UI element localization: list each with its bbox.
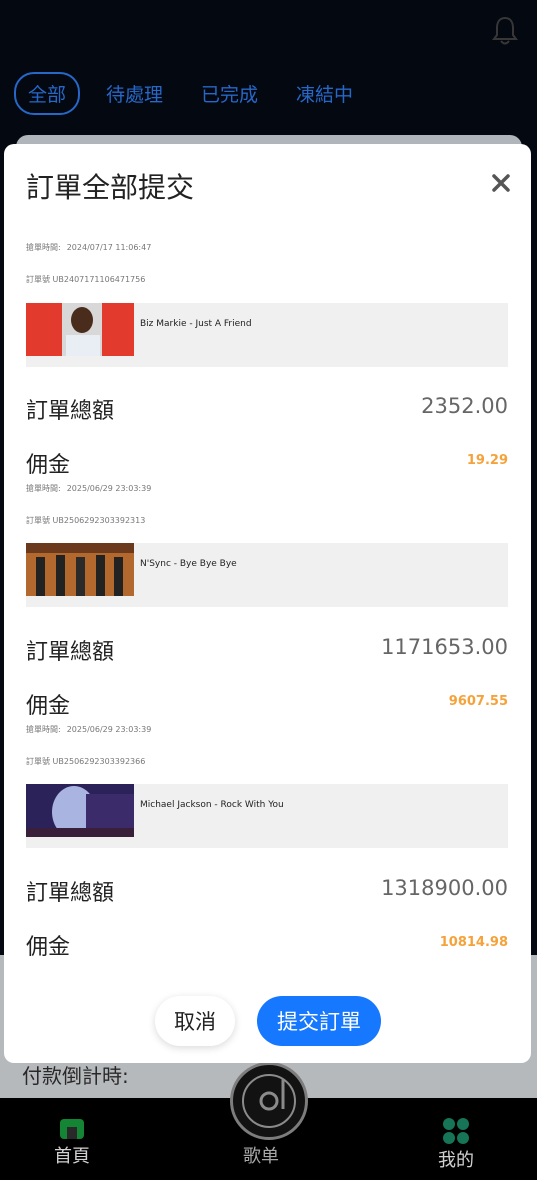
- order-total-label: 訂單總額: [26, 881, 115, 906]
- commission-label: 佣金: [26, 935, 71, 960]
- song-row[interactable]: Michael Jackson - Rock With You: [26, 784, 508, 848]
- commission-value: 10814.98: [439, 935, 508, 950]
- modal-title: 訂單全部提交: [26, 171, 195, 204]
- cancel-button[interactable]: 取消: [155, 996, 235, 1046]
- song-title: Biz Markie - Just A Friend: [140, 319, 252, 329]
- commission-value: 9607.55: [448, 694, 508, 709]
- order-number-label: 訂單號: [26, 516, 50, 525]
- order-total-value: 1318900.00: [381, 876, 508, 900]
- commission-value: 19.29: [466, 453, 508, 468]
- order-time-value: 2025/06/29 23:03:39: [66, 725, 152, 734]
- order-number: 訂單號 UB2506292303392313: [26, 515, 145, 526]
- order-total-label: 訂單總額: [26, 640, 115, 665]
- submit-all-orders-modal: 訂單全部提交 搶單時間: 2024/07/17 11:06:47 訂單號 UB24…: [4, 144, 531, 1063]
- order-number-label: 訂單號: [26, 275, 50, 284]
- song-row[interactable]: N'Sync - Bye Bye Bye: [26, 543, 508, 607]
- song-thumbnail: [26, 543, 134, 596]
- commission-label: 佣金: [26, 453, 71, 478]
- song-row[interactable]: Biz Markie - Just A Friend: [26, 303, 508, 367]
- order-time-label: 搶單時間:: [26, 484, 61, 493]
- order-time: 搶單時間: 2025/06/29 23:03:39: [26, 724, 151, 735]
- song-title: Michael Jackson - Rock With You: [140, 800, 284, 810]
- commission-label: 佣金: [26, 694, 71, 719]
- order-time: 搶單時間: 2025/06/29 23:03:39: [26, 483, 151, 494]
- order-number-value: UB2506292303392313: [52, 516, 146, 525]
- order-total-value: 1171653.00: [381, 635, 508, 659]
- submit-orders-button[interactable]: 提交訂單: [257, 996, 381, 1046]
- order-number-value: UB2506292303392366: [52, 757, 146, 766]
- song-title: N'Sync - Bye Bye Bye: [140, 559, 237, 569]
- order-total-value: 2352.00: [421, 394, 508, 418]
- close-icon[interactable]: [490, 172, 512, 194]
- order-time: 搶單時間: 2024/07/17 11:06:47: [26, 242, 151, 253]
- order-time-value: 2024/07/17 11:06:47: [66, 243, 152, 252]
- order-number-value: UB2407171106471756: [52, 275, 146, 284]
- song-thumbnail: [26, 784, 134, 837]
- order-time-label: 搶單時間:: [26, 725, 61, 734]
- order-number: 訂單號 UB2407171106471756: [26, 274, 145, 285]
- order-number: 訂單號 UB2506292303392366: [26, 756, 145, 767]
- order-total-label: 訂單總額: [26, 399, 115, 424]
- order-time-label: 搶單時間:: [26, 243, 61, 252]
- order-number-label: 訂單號: [26, 757, 50, 766]
- song-thumbnail: [26, 303, 134, 356]
- order-time-value: 2025/06/29 23:03:39: [66, 484, 152, 493]
